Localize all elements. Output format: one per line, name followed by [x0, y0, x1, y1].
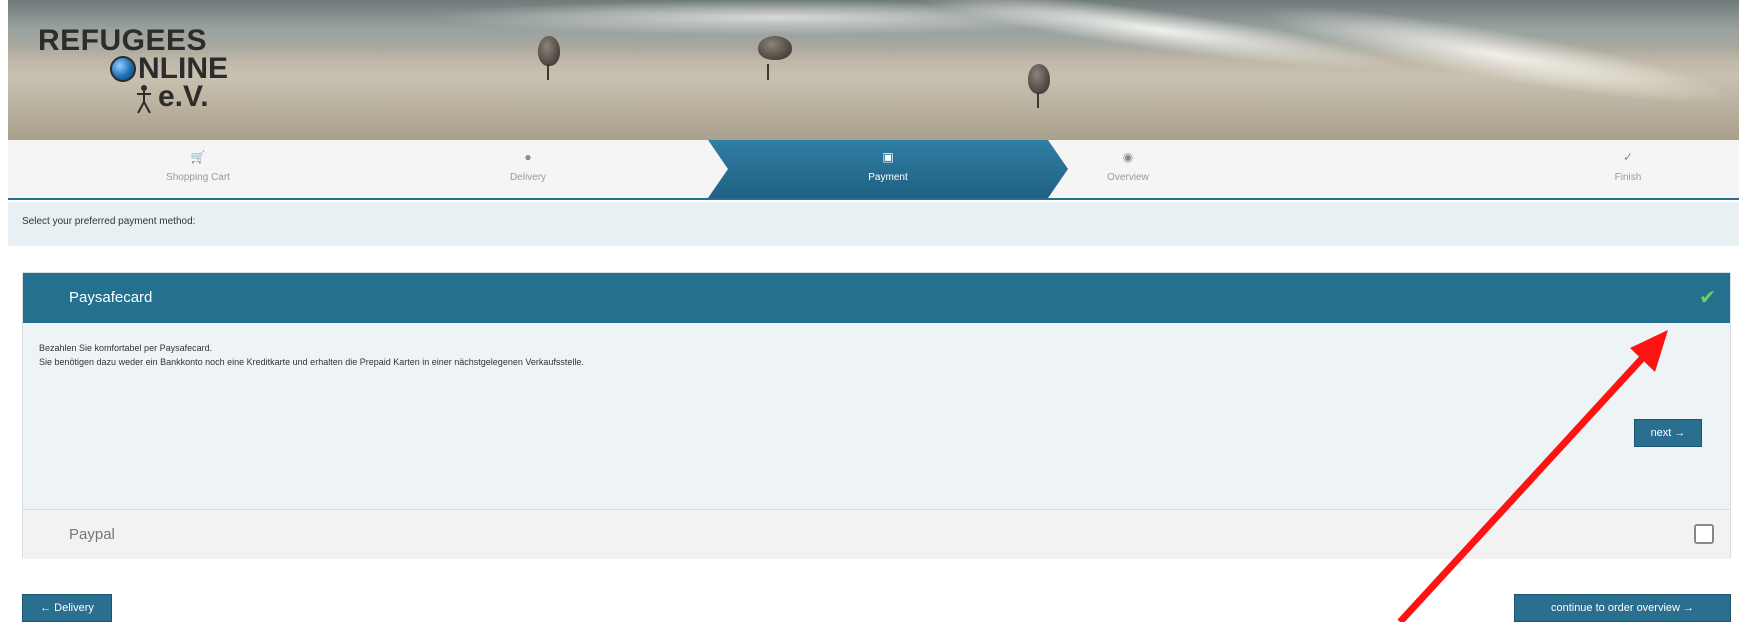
bird-image: [758, 36, 792, 80]
info-bar: Select your preferred payment method:: [8, 202, 1739, 246]
payment-option-title: Paypal: [69, 526, 115, 543]
step-payment[interactable]: ▣ Payment: [708, 140, 1068, 198]
paysafecard-description: Bezahlen Sie komfortabel per Paysafecard…: [23, 323, 1730, 481]
paypal-checkbox[interactable]: [1694, 524, 1714, 544]
step-label: Overview: [1107, 172, 1149, 183]
site-logo[interactable]: REFUGEES NLINE e.V.: [38, 24, 278, 124]
description-line: Bezahlen Sie komfortabel per Paysafecard…: [39, 343, 213, 353]
payment-option-title: Paysafecard: [69, 289, 153, 306]
step-shopping-cart[interactable]: 🛒 Shopping Cart: [108, 140, 288, 198]
next-button[interactable]: next →: [1634, 419, 1702, 447]
continue-to-overview-button[interactable]: continue to order overview →: [1514, 594, 1731, 622]
person-figure-icon: [137, 85, 151, 114]
bird-image: [1028, 64, 1050, 108]
money-icon: ▣: [882, 150, 894, 164]
step-label: Payment: [868, 172, 908, 183]
check-icon: ✓: [1622, 150, 1634, 164]
header-banner: REFUGEES NLINE e.V.: [8, 0, 1739, 140]
back-to-delivery-button[interactable]: ← Delivery: [22, 594, 112, 622]
checkout-steps: 🛒 Shopping Cart ● Delivery ▣ Payment ◉ O…: [8, 140, 1739, 200]
step-overview[interactable]: ◉ Overview: [1068, 140, 1188, 198]
globe-icon: [110, 56, 136, 82]
bird-image: [538, 36, 560, 80]
info-text: Select your preferred payment method:: [22, 216, 196, 227]
checkmark-icon[interactable]: ✔: [1699, 285, 1716, 310]
step-label: Delivery: [509, 172, 547, 183]
step-finish[interactable]: ✓ Finish: [1568, 140, 1688, 198]
map-marker-icon: ●: [524, 150, 532, 164]
cart-icon: 🛒: [190, 150, 206, 164]
logo-text-line3: e.V.: [158, 80, 209, 113]
step-delivery[interactable]: ● Delivery: [468, 140, 588, 198]
eye-icon: ◉: [1122, 150, 1134, 164]
payment-option-paysafecard[interactable]: Paysafecard ✔: [23, 273, 1730, 323]
payment-methods-panel: Paysafecard ✔ Bezahlen Sie komfortabel p…: [22, 272, 1731, 559]
payment-option-paypal[interactable]: Paypal: [23, 509, 1730, 559]
step-label: Shopping Cart: [166, 172, 230, 183]
description-line: Sie benötigen dazu weder ein Bankkonto n…: [39, 357, 584, 367]
step-label: Finish: [1614, 172, 1642, 183]
